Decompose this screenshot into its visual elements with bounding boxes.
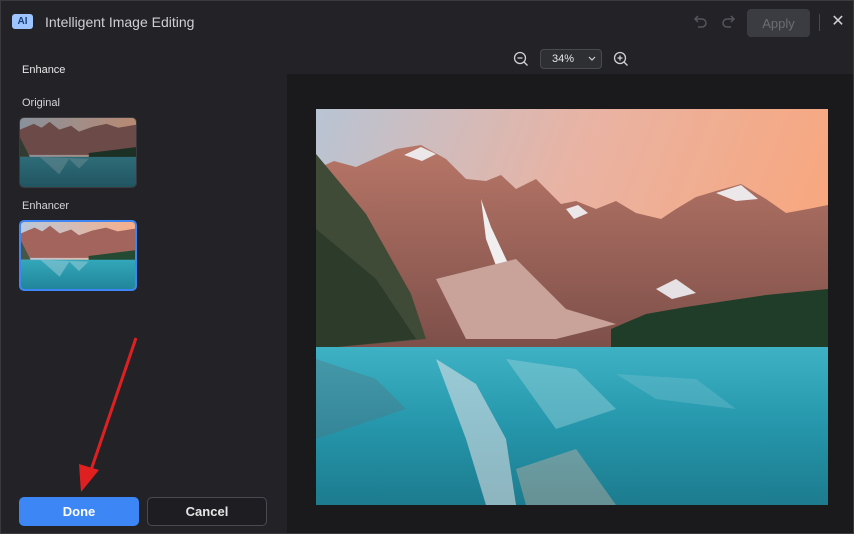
original-label: Original [22,97,60,109]
done-button[interactable]: Done [19,497,139,526]
zoom-toolbar: 34% [287,44,853,74]
zoom-out-icon[interactable] [512,50,530,68]
preview-image [316,109,828,505]
annotation-arrow-icon [79,337,138,492]
zoom-in-icon[interactable] [612,50,630,68]
redo-icon[interactable] [720,13,738,31]
chevron-down-icon [587,52,597,68]
ai-badge-icon: AI [12,14,33,29]
close-icon[interactable]: ✕ [830,12,846,32]
enhancer-label: Enhancer [22,200,70,212]
preview-panel: 34% [287,44,853,533]
section-title: Enhance [22,64,66,76]
undo-icon[interactable] [691,13,709,31]
zoom-level-select[interactable]: 34% [540,49,602,69]
window-title: Intelligent Image Editing [45,14,195,30]
enhancer-thumbnail[interactable] [19,220,137,291]
title-bar: AI Intelligent Image Editing Apply ✕ [1,1,853,44]
original-thumbnail[interactable] [19,117,137,188]
apply-button[interactable]: Apply [747,9,810,37]
title-divider [819,14,820,31]
cancel-button[interactable]: Cancel [147,497,267,526]
zoom-value: 34% [552,53,575,65]
app-window: AI Intelligent Image Editing Apply ✕ Enh… [0,0,854,534]
